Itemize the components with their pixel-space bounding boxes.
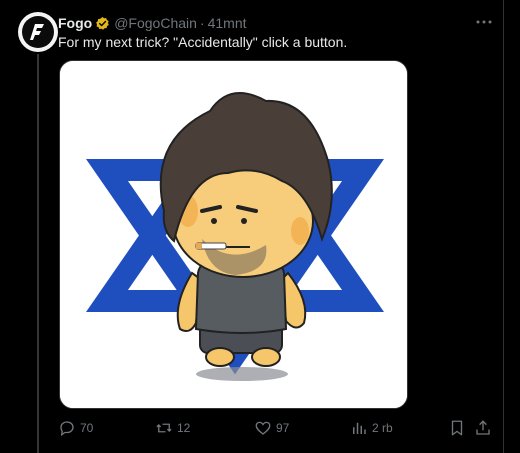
reply-count: 70 — [80, 421, 94, 435]
like-count: 97 — [276, 421, 290, 435]
reply-button[interactable]: 70 — [58, 416, 93, 440]
tweet-card[interactable]: Fogo @FogoChain · 41mnt For my next tric… — [0, 0, 504, 453]
thread-line — [37, 54, 39, 453]
bookmark-button[interactable] — [448, 416, 470, 440]
action-bar: 70 12 97 2 rb — [58, 416, 498, 440]
cartoon-character-image — [60, 61, 407, 408]
repost-icon — [156, 423, 172, 433]
tweet-text: For my next trick? "Accidentally" click … — [58, 34, 348, 50]
avatar[interactable] — [18, 12, 58, 52]
author-handle[interactable]: @FogoChain — [114, 15, 197, 31]
share-icon — [476, 420, 490, 435]
tweet-image[interactable] — [59, 60, 408, 409]
reply-icon — [60, 421, 74, 437]
repost-count: 12 — [177, 421, 191, 435]
fogo-logo-icon — [22, 16, 54, 48]
bookmark-icon — [451, 420, 463, 436]
tweet-header: Fogo @FogoChain · 41mnt — [58, 14, 247, 32]
post-time[interactable]: 41mnt — [208, 15, 247, 31]
scroll-area-edge — [504, 0, 520, 453]
separator-dot: · — [199, 15, 205, 31]
views-icon — [353, 422, 366, 434]
more-icon[interactable] — [474, 14, 494, 30]
share-button[interactable] — [474, 416, 496, 440]
like-button[interactable]: 97 — [254, 416, 289, 440]
author-name[interactable]: Fogo — [58, 15, 92, 31]
verified-badge-icon — [95, 16, 110, 31]
repost-button[interactable]: 12 — [155, 416, 190, 440]
views-count: 2 rb — [372, 421, 393, 435]
like-icon — [255, 421, 271, 435]
views-button[interactable]: 2 rb — [350, 416, 393, 440]
